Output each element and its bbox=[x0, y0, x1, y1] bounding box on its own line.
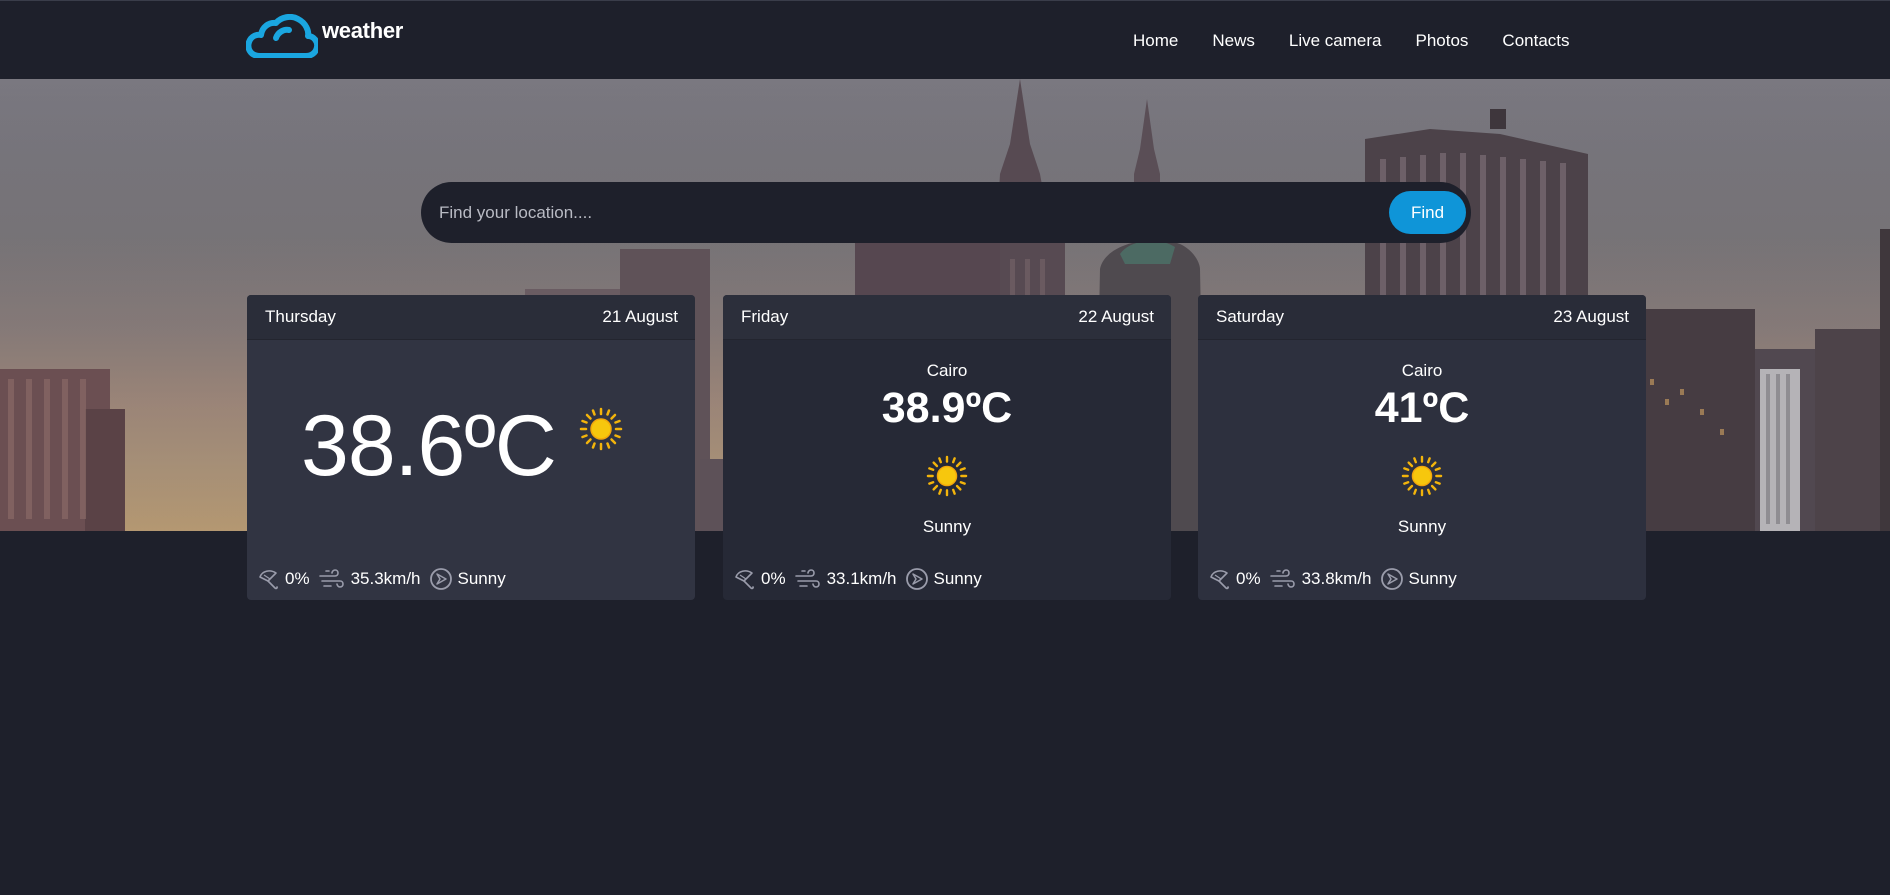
day-name: Saturday bbox=[1216, 307, 1285, 326]
weather-stats: 0% 33.1km/h Sunny bbox=[732, 567, 990, 591]
forecast-card-day-3: Saturday 23 August Cairo 41ºC Sunny 0% 3… bbox=[1198, 295, 1646, 600]
forecast-card-day-2: Friday 22 August Cairo 38.9ºC Sunny 0% 3… bbox=[723, 295, 1171, 600]
main-nav: Home News Live camera Photos Contacts bbox=[1133, 31, 1570, 51]
wind-value: 33.1km/h bbox=[826, 569, 897, 588]
rain-stat: 0% bbox=[1207, 567, 1261, 591]
wind-stat: 35.3km/h bbox=[318, 567, 421, 591]
weather-stats: 0% 33.8km/h Sunny bbox=[1207, 567, 1465, 591]
sun-icon bbox=[579, 407, 623, 451]
rain-stat: 0% bbox=[256, 567, 310, 591]
day-name: Thursday bbox=[265, 307, 336, 326]
condition-label: Sunny bbox=[922, 517, 972, 536]
direction-stat: Sunny bbox=[1380, 567, 1457, 591]
nav-item-news[interactable]: News bbox=[1212, 31, 1255, 51]
date-label: 22 August bbox=[1078, 307, 1154, 326]
weather-stats: 0% 35.3km/h Sunny bbox=[256, 567, 514, 591]
rain-stat: 0% bbox=[732, 567, 786, 591]
nav-item-contacts[interactable]: Contacts bbox=[1502, 31, 1569, 51]
card-header: Saturday 23 August bbox=[1198, 295, 1646, 340]
umbrella-icon bbox=[1210, 570, 1229, 590]
city-name: Cairo bbox=[1401, 361, 1443, 380]
direction-value: Sunny bbox=[1408, 569, 1457, 588]
nav-item-home[interactable]: Home bbox=[1133, 31, 1178, 51]
site-header: weather Home News Live camera Photos Con… bbox=[0, 0, 1890, 79]
nav-item-live-camera[interactable]: Live camera bbox=[1289, 31, 1382, 51]
wind-icon bbox=[794, 569, 820, 588]
date-label: 21 August bbox=[602, 307, 678, 326]
wind-stat: 33.8km/h bbox=[1269, 567, 1372, 591]
direction-stat: Sunny bbox=[905, 567, 982, 591]
wind-icon bbox=[1269, 569, 1295, 588]
city-name: Cairo bbox=[926, 361, 968, 380]
sun-icon bbox=[926, 455, 968, 497]
current-temperature: 38.6ºC bbox=[301, 398, 557, 494]
condition-label: Sunny bbox=[1397, 517, 1447, 536]
compass-icon bbox=[1380, 568, 1403, 590]
umbrella-icon bbox=[259, 570, 278, 590]
wind-stat: 33.1km/h bbox=[794, 567, 897, 591]
direction-stat: Sunny bbox=[429, 567, 506, 591]
wind-value: 35.3km/h bbox=[350, 569, 421, 588]
card-header: Friday 22 August bbox=[723, 295, 1171, 340]
location-search-bar: Find bbox=[421, 182, 1471, 243]
location-search-input[interactable] bbox=[439, 182, 1339, 243]
direction-value: Sunny bbox=[457, 569, 506, 588]
day-name: Friday bbox=[741, 307, 789, 326]
sun-icon bbox=[1401, 455, 1443, 497]
compass-icon bbox=[429, 568, 452, 590]
find-button[interactable]: Find bbox=[1389, 191, 1466, 234]
rain-value: 0% bbox=[1236, 569, 1261, 588]
rain-value: 0% bbox=[285, 569, 310, 588]
card-header: Thursday 21 August bbox=[247, 295, 695, 340]
umbrella-icon bbox=[735, 570, 754, 590]
forecast-temperature: 41ºC bbox=[1374, 384, 1470, 432]
forecast-card-today: Thursday 21 August 38.6ºC 0% 35.3km/h Su… bbox=[247, 295, 695, 600]
brand-name: weather bbox=[322, 18, 404, 43]
nav-item-photos[interactable]: Photos bbox=[1415, 31, 1468, 51]
cloud-logo-icon bbox=[246, 14, 318, 58]
logo[interactable]: weather bbox=[246, 14, 403, 58]
date-label: 23 August bbox=[1553, 307, 1629, 326]
forecast-temperature: 38.9ºC bbox=[881, 384, 1013, 432]
wind-value: 33.8km/h bbox=[1301, 569, 1372, 588]
compass-icon bbox=[905, 568, 928, 590]
wind-icon bbox=[318, 569, 344, 588]
direction-value: Sunny bbox=[933, 569, 982, 588]
rain-value: 0% bbox=[761, 569, 786, 588]
